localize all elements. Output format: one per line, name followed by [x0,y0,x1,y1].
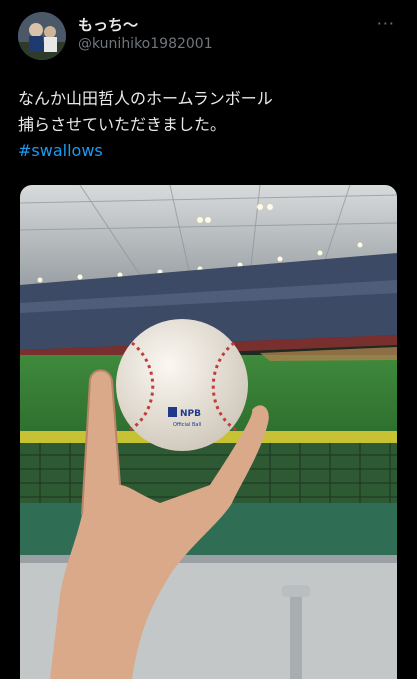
tweet-line-2: 捕らさせていただきました。 [18,115,227,134]
hashtag-link[interactable]: #swallows [18,138,399,164]
author-avatar[interactable] [18,12,66,60]
ball-logo: NPB [180,409,201,419]
user-avatar-icon [18,12,66,60]
author-handle[interactable]: @kunihiko1982001 [78,34,213,54]
baseball [116,319,248,451]
metal-pipe [290,590,302,679]
tweet-header: もっち〜 @kunihiko1982001 ··· [18,12,399,62]
stadium-photo: NPB Official Ball [20,185,397,679]
tweet-line-1: なんか山田哲人のホームランボール [18,89,273,108]
tweet-photo[interactable]: NPB Official Ball [20,185,397,679]
ball-sub-logo: Official Ball [173,422,201,428]
author-display-name[interactable]: もっち〜 [78,16,213,34]
tweet-text: なんか山田哲人のホームランボール 捕らさせていただきました。 #swallows [18,86,399,164]
more-icon[interactable]: ··· [377,14,395,33]
